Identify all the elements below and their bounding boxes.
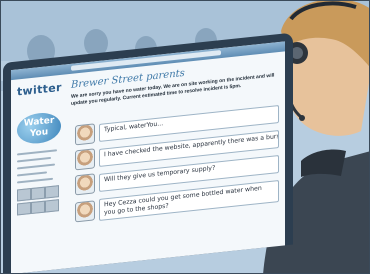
follower-thumbnail[interactable]	[45, 199, 59, 213]
avatar	[75, 147, 95, 170]
tweet-feed: Typical, waterYou... I have checked the …	[75, 102, 279, 227]
address-bar[interactable]	[71, 50, 221, 71]
sidebar	[17, 149, 63, 272]
follower-thumbnail[interactable]	[31, 200, 45, 215]
illustration-frame: twitter Brewer Street parents We are sor…	[0, 0, 370, 274]
sidebar-text-line	[17, 171, 47, 177]
follower-thumbnail[interactable]	[45, 185, 59, 199]
sidebar-text-line	[17, 149, 57, 156]
follower-thumbnail[interactable]	[17, 202, 31, 216]
water-company-logo: Water You	[17, 110, 61, 146]
avatar	[75, 122, 95, 145]
follower-thumbnail[interactable]	[17, 188, 31, 202]
monitor: twitter Brewer Street parents We are sor…	[3, 32, 293, 273]
avatar	[75, 172, 95, 195]
sidebar-text-line	[17, 163, 55, 170]
sidebar-text-line	[17, 156, 51, 163]
avatar	[75, 199, 95, 222]
follower-thumbnails	[17, 185, 63, 216]
sidebar-text-line	[17, 177, 53, 184]
twitter-logo: twitter	[17, 80, 62, 99]
follower-thumbnail[interactable]	[31, 186, 45, 201]
monitor-screen: twitter Brewer Street parents We are sor…	[11, 41, 285, 273]
